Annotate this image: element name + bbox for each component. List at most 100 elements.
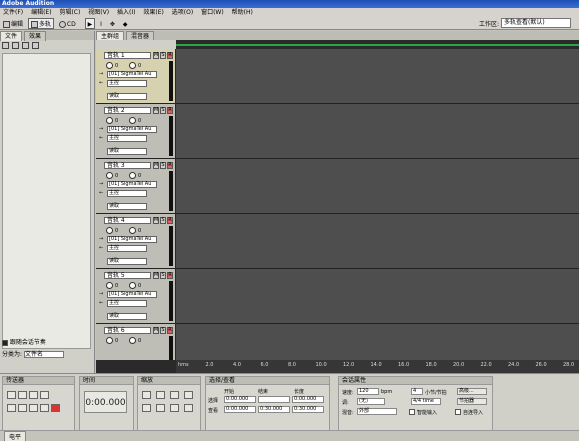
menu-options[interactable]: 选项(O) <box>172 9 193 16</box>
automation-mode-select[interactable]: 读取 <box>107 258 147 265</box>
output-select[interactable]: 主控 <box>107 135 147 142</box>
edit-view-button[interactable]: 编辑 <box>0 18 26 29</box>
fast-forward-button[interactable] <box>29 404 38 412</box>
pan-knob[interactable] <box>129 62 136 69</box>
go-start-button[interactable] <box>7 404 16 412</box>
volume-knob[interactable] <box>106 227 113 234</box>
view-start-field[interactable]: 0:00.000 <box>224 406 256 413</box>
solo-button[interactable]: S <box>160 107 166 114</box>
rewind-button[interactable] <box>18 404 27 412</box>
workspace-select[interactable]: 多轨查看(默认) <box>501 18 571 28</box>
solo-button[interactable]: S <box>160 52 166 59</box>
track-header[interactable]: 音轨 5 M S R 0 0 [01] SigmaTel Au 主控 读取 → ← <box>96 269 175 324</box>
track-header[interactable]: 音轨 2 M S R 0 0 [01] SigmaTel Au 主控 读取 → ← <box>96 104 175 159</box>
automation-mode-select[interactable]: 读取 <box>107 148 147 155</box>
close-file-icon[interactable] <box>11 42 19 49</box>
input-select[interactable]: [01] SigmaTel Au <box>107 291 157 298</box>
track-lane[interactable] <box>176 214 579 269</box>
multitrack-view-button[interactable]: 多轨 <box>27 18 54 29</box>
menu-file[interactable]: 文件(F) <box>3 9 23 16</box>
volume-knob[interactable] <box>106 282 113 289</box>
mute-button[interactable]: M <box>153 162 159 169</box>
scrub-tool-button[interactable]: ◆ <box>120 18 131 29</box>
menu-help[interactable]: 帮助(H) <box>232 9 253 16</box>
pan-knob[interactable] <box>129 337 136 344</box>
track-header[interactable]: 音轨 6MSR 0 0 <box>96 324 175 360</box>
zoom-left-button[interactable] <box>170 404 179 412</box>
pan-knob[interactable] <box>129 227 136 234</box>
insert-icon[interactable] <box>31 42 39 49</box>
solo-button[interactable]: S <box>160 327 166 334</box>
hybrid-tool-button[interactable]: ✥ <box>107 18 118 29</box>
zoom-right-button[interactable] <box>184 404 193 412</box>
tab-effects[interactable]: 效果 <box>23 31 46 41</box>
input-select[interactable]: [01] SigmaTel Au <box>107 126 157 133</box>
menu-effects[interactable]: 效果(E) <box>143 9 163 16</box>
output-select[interactable]: 主控 <box>107 245 147 252</box>
zoom-in-v-button[interactable] <box>142 404 151 412</box>
menu-edit[interactable]: 编辑(E) <box>31 9 51 16</box>
track-lane[interactable] <box>176 159 579 214</box>
track-lane[interactable] <box>176 104 579 159</box>
mix-select[interactable]: 外部 <box>357 408 397 415</box>
stop-button[interactable] <box>7 391 16 399</box>
beats-field[interactable]: 4 <box>411 388 423 395</box>
pan-knob[interactable] <box>129 282 136 289</box>
file-list[interactable] <box>2 53 91 349</box>
play-loop-button[interactable] <box>40 391 49 399</box>
menu-clip[interactable]: 剪辑(C) <box>59 9 80 16</box>
volume-knob[interactable] <box>106 117 113 124</box>
track-lanes[interactable] <box>176 49 579 379</box>
mute-button[interactable]: M <box>153 272 159 279</box>
auto-import-checkbox[interactable] <box>455 409 461 415</box>
mute-button[interactable]: M <box>153 327 159 334</box>
sort-select[interactable]: 文件名 <box>23 351 64 358</box>
advanced-button[interactable]: 高级... <box>457 388 487 395</box>
play-icon[interactable] <box>21 42 29 49</box>
output-select[interactable]: 主控 <box>107 80 147 87</box>
output-select[interactable]: 主控 <box>107 190 147 197</box>
move-tool-button[interactable]: ▶ <box>84 18 96 29</box>
record-arm-button[interactable]: R <box>167 272 173 279</box>
track-header[interactable]: 音轨 3 M S R 0 0 [01] SigmaTel Au 主控 读取 → ← <box>96 159 175 214</box>
tempo-field[interactable]: 120 <box>357 388 379 395</box>
record-arm-button[interactable]: R <box>167 162 173 169</box>
solo-button[interactable]: S <box>160 162 166 169</box>
follow-session-checkbox[interactable] <box>2 339 8 346</box>
pan-knob[interactable] <box>129 117 136 124</box>
cd-view-button[interactable]: CD <box>56 18 79 29</box>
track-name[interactable]: 音轨 3 <box>104 162 151 169</box>
time-signature-select[interactable]: 4/4 time <box>411 398 441 405</box>
session-range-bar[interactable] <box>176 44 579 46</box>
tab-files[interactable]: 文件 <box>0 31 23 41</box>
track-name[interactable]: 音轨 1 <box>104 52 151 59</box>
mute-button[interactable]: M <box>153 107 159 114</box>
track-lane[interactable] <box>176 49 579 104</box>
view-length-field[interactable]: 0:30.000 <box>292 406 324 413</box>
solo-button[interactable]: S <box>160 217 166 224</box>
timeline-ruler[interactable]: hms 2.0 4.0 6.0 8.0 10.0 12.0 14.0 16.0 18.0 20.0 2… <box>176 360 579 373</box>
zoom-out-v-button[interactable] <box>156 404 165 412</box>
zoom-out-h-button[interactable] <box>156 391 165 399</box>
key-select[interactable]: (无) <box>357 398 385 405</box>
record-arm-button[interactable]: R <box>167 107 173 114</box>
selection-length-field[interactable]: 0:00.000 <box>292 396 324 403</box>
automation-mode-select[interactable]: 读取 <box>107 313 147 320</box>
volume-knob[interactable] <box>106 62 113 69</box>
menu-window[interactable]: 窗口(W) <box>201 9 224 16</box>
zoom-selection-button[interactable] <box>184 391 193 399</box>
automation-mode-select[interactable]: 读取 <box>107 93 147 100</box>
track-name[interactable]: 音轨 4 <box>104 217 151 224</box>
track-name[interactable]: 音轨 5 <box>104 272 151 279</box>
input-select[interactable]: [01] SigmaTel Au <box>107 181 157 188</box>
pause-button[interactable] <box>29 391 38 399</box>
pan-knob[interactable] <box>129 172 136 179</box>
go-end-button[interactable] <box>40 404 49 412</box>
mute-button[interactable]: M <box>153 217 159 224</box>
solo-button[interactable]: S <box>160 272 166 279</box>
mute-button[interactable]: M <box>153 52 159 59</box>
automation-mode-select[interactable]: 读取 <box>107 203 147 210</box>
track-name[interactable]: 音轨 2 <box>104 107 151 114</box>
volume-knob[interactable] <box>106 337 113 344</box>
import-icon[interactable] <box>2 42 9 49</box>
